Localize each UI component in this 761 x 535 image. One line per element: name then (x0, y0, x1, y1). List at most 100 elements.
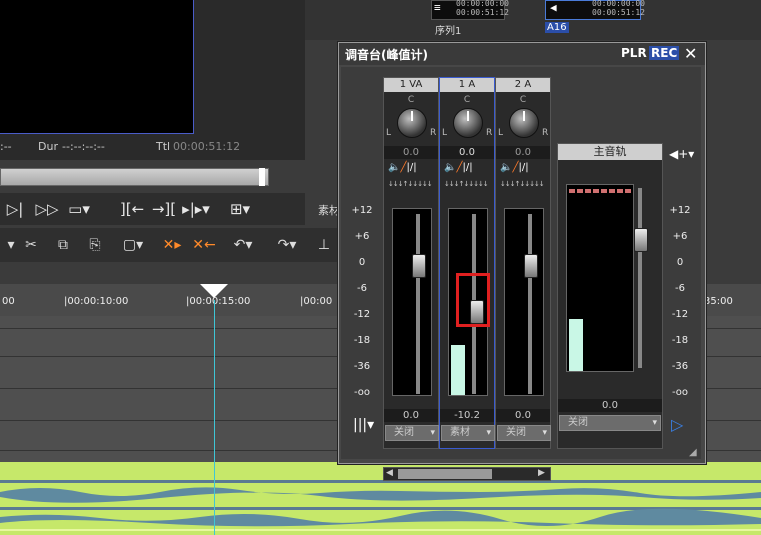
scale-label: -36 (353, 361, 371, 372)
thumb2-label[interactable]: A16 (545, 22, 569, 33)
ruler-tick-3: |00:00 (300, 296, 333, 307)
bin-tab[interactable]: 素材 (318, 202, 340, 218)
pan-value[interactable]: 0.0 (384, 146, 438, 159)
time-left: :-- (0, 140, 12, 153)
master-volume-fader[interactable] (634, 228, 648, 252)
scale-label: -18 (353, 335, 371, 346)
scale-label: -6 (675, 283, 685, 294)
scale-label: -oo (671, 387, 689, 398)
delete-icon[interactable]: ✕▸ (158, 235, 186, 255)
output-icon[interactable]: ▭▾ (64, 197, 94, 221)
undo-icon[interactable]: ↶▾ (226, 235, 260, 255)
channel-label: 2 A (496, 78, 550, 92)
channel-strip-1va: 1 VA C L R 0.0 🔈╱|/| ↓↓↓↑↓↓↓↓↓ 0.0 关闭 (383, 77, 439, 449)
redo-icon[interactable]: ↷▾ (270, 235, 304, 255)
scale-label: 0 (676, 257, 684, 268)
audio-clip[interactable] (0, 462, 761, 535)
highlight-box (456, 273, 490, 327)
mute-speaker-icon[interactable]: 🔈╱|/| (444, 162, 492, 176)
close-icon[interactable]: ✕ (684, 44, 697, 63)
mode-select[interactable]: 关闭 (385, 425, 439, 441)
playhead-marker-icon[interactable] (200, 284, 228, 298)
scroll-right-icon[interactable]: ▶ (538, 468, 545, 478)
mode-select[interactable]: 关闭 (497, 425, 551, 441)
mixer-titlebar[interactable]: 调音台(峰值计) PLR REC ✕ (339, 43, 705, 65)
edit-toolbar: ▾ ✂ ⧉ ⎘ ▢▾ ✕▸ ✕← ↶▾ ↷▾ ⊥ (0, 228, 340, 262)
fast-forward-icon[interactable]: ▷▷ (34, 197, 60, 221)
copy-icon[interactable]: ⧉ (52, 235, 74, 255)
mixer-title: 调音台(峰值计) (345, 48, 428, 62)
master-level-bar (569, 319, 583, 371)
paste-icon[interactable]: ⎘ (84, 235, 106, 255)
play-icon[interactable]: ▷| (2, 197, 28, 221)
ruler-tick-0: 00 (2, 296, 15, 307)
gain-value[interactable]: -10.2 (440, 409, 494, 422)
playhead-line[interactable] (214, 300, 215, 535)
level-meter (392, 208, 432, 396)
meter-settings-icon[interactable]: |||▾ (353, 417, 374, 433)
resize-grip-icon[interactable]: ◢ (689, 447, 701, 459)
scale-label: -6 (357, 283, 367, 294)
dur-value: --:--:--:-- (62, 140, 105, 153)
scroll-left-icon[interactable]: ◀ (386, 468, 393, 478)
mute-speaker-icon[interactable]: 🔈╱|/| (500, 162, 548, 176)
channel-options-icon[interactable]: ↓↓↓↑↓↓↓↓↓ (500, 180, 548, 190)
gain-value[interactable]: 0.0 (496, 409, 550, 422)
master-peak-indicator (569, 189, 631, 193)
scale-label: -36 (671, 361, 689, 372)
level-meter (504, 208, 544, 396)
audio-mixer-window: 调音台(峰值计) PLR REC ✕ +12 +6 0 -6 -12 -18 -… (338, 42, 706, 481)
cut-icon[interactable]: ✂ (20, 235, 42, 255)
dur-label: Dur (38, 140, 58, 153)
insert-icon[interactable]: ⊞▾ (226, 197, 254, 221)
thumb-sequence[interactable]: ≡ 00:00:00:00 00:00:51:12 (431, 0, 509, 20)
sequence-icon: ≡ (434, 1, 441, 14)
pan-knob[interactable] (397, 108, 427, 138)
pan-center-label: C (519, 95, 527, 105)
scrub-handle[interactable] (259, 168, 265, 186)
channel-options-icon[interactable]: ↓↓↓↑↓↓↓↓↓ (388, 180, 436, 190)
mode-select[interactable]: 素材 (441, 425, 495, 441)
thumb-audio[interactable]: ◀ 00:00:00:00 00:00:51:12 (545, 0, 645, 20)
mute-speaker-icon[interactable]: 🔈╱|/| (388, 162, 436, 176)
scale-label: +12 (669, 205, 691, 216)
volume-fader[interactable] (524, 254, 538, 278)
mark-out-icon[interactable]: →][ (150, 197, 178, 221)
ripple-delete-icon[interactable]: ✕← (190, 235, 218, 255)
marker-icon[interactable]: ⊥ (312, 235, 336, 255)
scale-label: -12 (671, 309, 689, 320)
master-gain-value[interactable]: 0.0 (558, 399, 662, 412)
thumb2-timecode-bottom: 00:00:51:12 (592, 8, 645, 17)
pan-r-label: R (486, 128, 493, 138)
pan-knob[interactable] (453, 108, 483, 138)
pan-value[interactable]: 0.0 (496, 146, 550, 159)
thumb1-label: 序列1 (435, 26, 462, 37)
mixer-body: +12 +6 0 -6 -12 -18 -36 -oo |||▾ 1 VA C … (341, 67, 701, 481)
bin-area: ≡ 00:00:00:00 00:00:51:12 ◀ 00:00:00:00 … (305, 0, 761, 40)
channel-label: 1 A (440, 78, 494, 92)
channel-options-icon[interactable]: ↓↓↓↑↓↓↓↓↓ (444, 180, 492, 190)
scroll-thumb[interactable] (398, 469, 492, 479)
gain-value[interactable]: 0.0 (384, 409, 438, 422)
pan-value[interactable]: 0.0 (440, 146, 494, 159)
pan-l-label: L (386, 128, 392, 138)
paste-attribute-icon[interactable]: ▢▾ (116, 235, 150, 255)
master-mode-select[interactable]: 关闭 (559, 415, 661, 431)
expand-arrow-icon[interactable]: ▷ (671, 415, 683, 434)
preview-scrub-bar[interactable] (0, 168, 269, 186)
pan-knob[interactable] (509, 108, 539, 138)
mark-in-icon[interactable]: ][← (118, 197, 146, 221)
volume-fader[interactable] (412, 254, 426, 278)
master-options-icon[interactable]: ◀+▾ (669, 147, 694, 161)
master-fader-track (638, 188, 642, 368)
right-scale: ◀+▾ +12 +6 0 -6 -12 -18 -36 -oo ▷ (663, 67, 701, 459)
dropdown-icon[interactable]: ▾ (0, 235, 22, 255)
thumb1-timecode-top: 00:00:00:00 (456, 0, 509, 8)
ttl-value: 00:00:51:12 (173, 140, 241, 153)
split-icon[interactable]: ▸|▸▾ (182, 197, 210, 221)
thumb1-timecode-bottom: 00:00:51:12 (456, 8, 509, 17)
plr-button[interactable]: PLR (621, 46, 647, 60)
rec-button[interactable]: REC (649, 46, 680, 60)
mixer-horizontal-scrollbar[interactable]: ◀ ▶ (383, 467, 551, 481)
pan-center-label: C (463, 95, 471, 105)
